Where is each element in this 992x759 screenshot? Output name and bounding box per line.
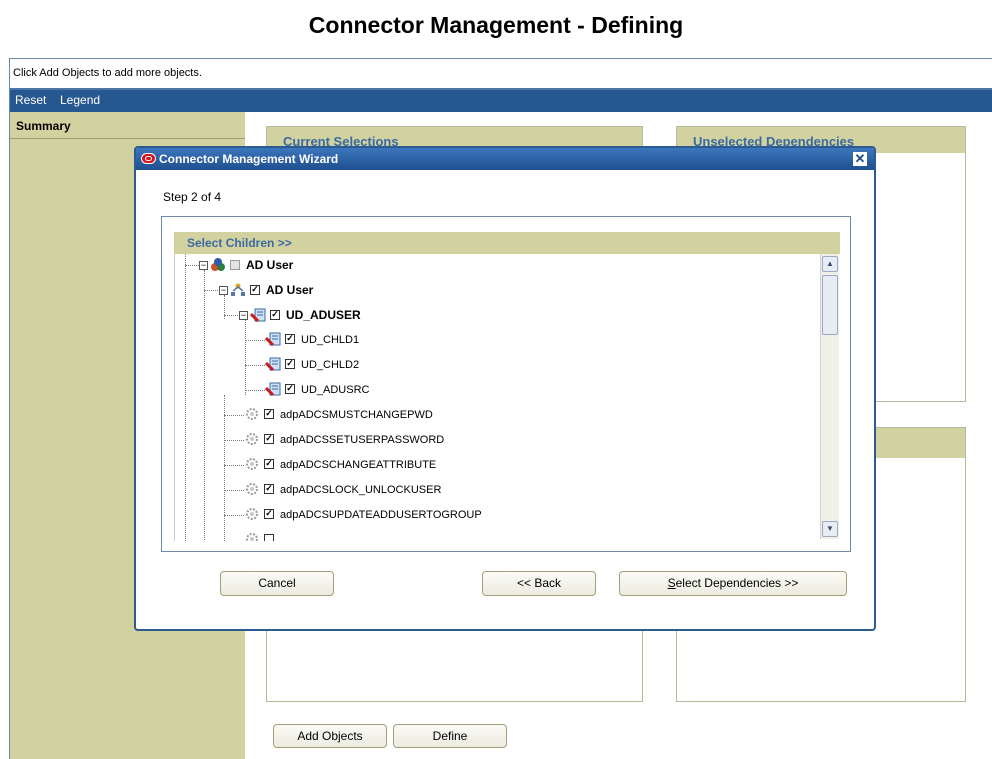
form-icon xyxy=(264,357,281,372)
sidebar-title: Summary xyxy=(16,119,71,133)
form-icon xyxy=(264,382,281,397)
tree-item-label: adpADCSCHANGEATTRIBUTE xyxy=(280,459,437,471)
checkbox[interactable]: ✓ xyxy=(285,359,295,370)
checkbox[interactable]: ✓ xyxy=(264,509,274,520)
connector-management-wizard-dialog: Connector Management Wizard ✕ Step 2 of … xyxy=(134,146,876,631)
adapter-gear-icon xyxy=(244,532,260,541)
oracle-logo-icon xyxy=(141,153,156,164)
tree-item[interactable]: ✓ adpADCSCHANGEATTRIBUTE xyxy=(244,455,436,475)
tree-item-label: AD User xyxy=(246,258,294,272)
checkbox[interactable]: ✓ xyxy=(264,409,274,420)
tree-item[interactable]: ✓ UD_CHLD2 xyxy=(264,355,360,375)
tree-item[interactable]: ✓ adpADCSUPDATEADDUSERTOGROUP xyxy=(244,505,482,525)
checkbox[interactable]: ✓ xyxy=(285,334,295,345)
wizard-title-bar[interactable]: Connector Management Wizard ✕ xyxy=(136,148,874,170)
tree-item[interactable]: ✓ AD User xyxy=(230,280,313,300)
checkbox[interactable]: ✓ xyxy=(264,459,274,470)
legend-menu-item[interactable]: Legend xyxy=(60,93,100,107)
wizard-title: Connector Management Wizard xyxy=(159,152,339,166)
scroll-up-icon[interactable]: ▲ xyxy=(822,256,838,272)
tree-item-label: adpADCSSETUSERPASSWORD xyxy=(280,434,445,446)
tree-item[interactable]: ✓ UD_ADUSER xyxy=(249,305,361,325)
mnemonic-letter: S xyxy=(667,576,676,590)
checkbox[interactable]: ✓ xyxy=(285,384,295,395)
checkbox[interactable] xyxy=(264,534,274,541)
adapter-gear-icon xyxy=(244,507,260,521)
scroll-thumb[interactable] xyxy=(822,275,838,335)
adapter-gear-icon xyxy=(244,482,260,496)
select-dependencies-label: elect Dependencies >> xyxy=(675,576,799,590)
form-icon xyxy=(249,308,266,322)
tree-item-partial[interactable] xyxy=(244,530,280,541)
back-button[interactable]: << Back xyxy=(482,571,596,596)
partial-checkbox[interactable] xyxy=(230,259,240,270)
checkbox[interactable]: ✓ xyxy=(264,434,274,445)
children-tree: − − − AD User ✓ AD User ✓ UD_ADUSER ✓ UD… xyxy=(174,254,840,541)
tree-item[interactable]: ✓ adpADCSMUSTCHANGEPWD xyxy=(244,405,433,425)
collapse-toggle[interactable]: − xyxy=(239,311,248,320)
reset-menu-item[interactable]: Reset xyxy=(15,93,46,107)
tree-item[interactable]: ✓ UD_ADUSRC xyxy=(264,380,370,400)
cancel-button[interactable]: Cancel xyxy=(220,571,334,596)
tree-item[interactable]: ✓ adpADCSSETUSERPASSWORD xyxy=(244,430,444,450)
checkbox[interactable]: ✓ xyxy=(264,484,274,495)
tree-item-label: UD_ADUSRC xyxy=(301,384,370,396)
close-icon[interactable]: ✕ xyxy=(853,152,867,166)
page-title: Connector Management - Defining xyxy=(308,12,684,38)
tree-item-label: UD_CHLD1 xyxy=(301,334,360,346)
tree-item-label: UD_CHLD2 xyxy=(301,359,360,371)
tree-scrollbar[interactable]: ▲ ▼ xyxy=(820,254,839,539)
tree-item[interactable]: ✓ adpADCSLOCK_UNLOCKUSER xyxy=(244,480,441,500)
tree-item-label: adpADCSMUSTCHANGEPWD xyxy=(280,409,433,421)
form-icon xyxy=(264,332,281,347)
tree-item-label: adpADCSUPDATEADDUSERTOGROUP xyxy=(280,509,482,521)
collapse-toggle[interactable]: − xyxy=(219,286,228,295)
adapter-gear-icon xyxy=(244,432,260,446)
process-form-icon xyxy=(230,283,246,297)
checkbox[interactable]: ✓ xyxy=(250,284,260,295)
checkbox[interactable]: ✓ xyxy=(270,309,280,320)
select-dependencies-button[interactable]: Select Dependencies >> xyxy=(619,571,847,596)
select-children-box: Select Children >> − − − AD User ✓ AD Us… xyxy=(161,216,851,552)
sidebar-divider xyxy=(10,138,245,139)
resource-object-icon xyxy=(210,257,226,272)
tree-item[interactable]: AD User xyxy=(210,255,293,275)
select-children-header: Select Children >> xyxy=(174,232,840,254)
info-message: Click Add Objects to add more objects. xyxy=(10,59,992,88)
define-button[interactable]: Define xyxy=(393,724,507,748)
adapter-gear-icon xyxy=(244,407,260,421)
tree-item-label: UD_ADUSER xyxy=(286,308,361,322)
tree-item-label: adpADCSLOCK_UNLOCKUSER xyxy=(280,484,442,496)
tree-item-label: AD User xyxy=(266,283,314,297)
wizard-step-label: Step 2 of 4 xyxy=(163,190,222,204)
tree-item[interactable]: ✓ UD_CHLD1 xyxy=(264,330,360,350)
collapse-toggle[interactable]: − xyxy=(199,261,208,270)
add-objects-button[interactable]: Add Objects xyxy=(273,724,387,748)
menu-bar: Reset Legend xyxy=(10,88,992,112)
adapter-gear-icon xyxy=(244,457,260,471)
scroll-down-icon[interactable]: ▼ xyxy=(822,521,838,537)
